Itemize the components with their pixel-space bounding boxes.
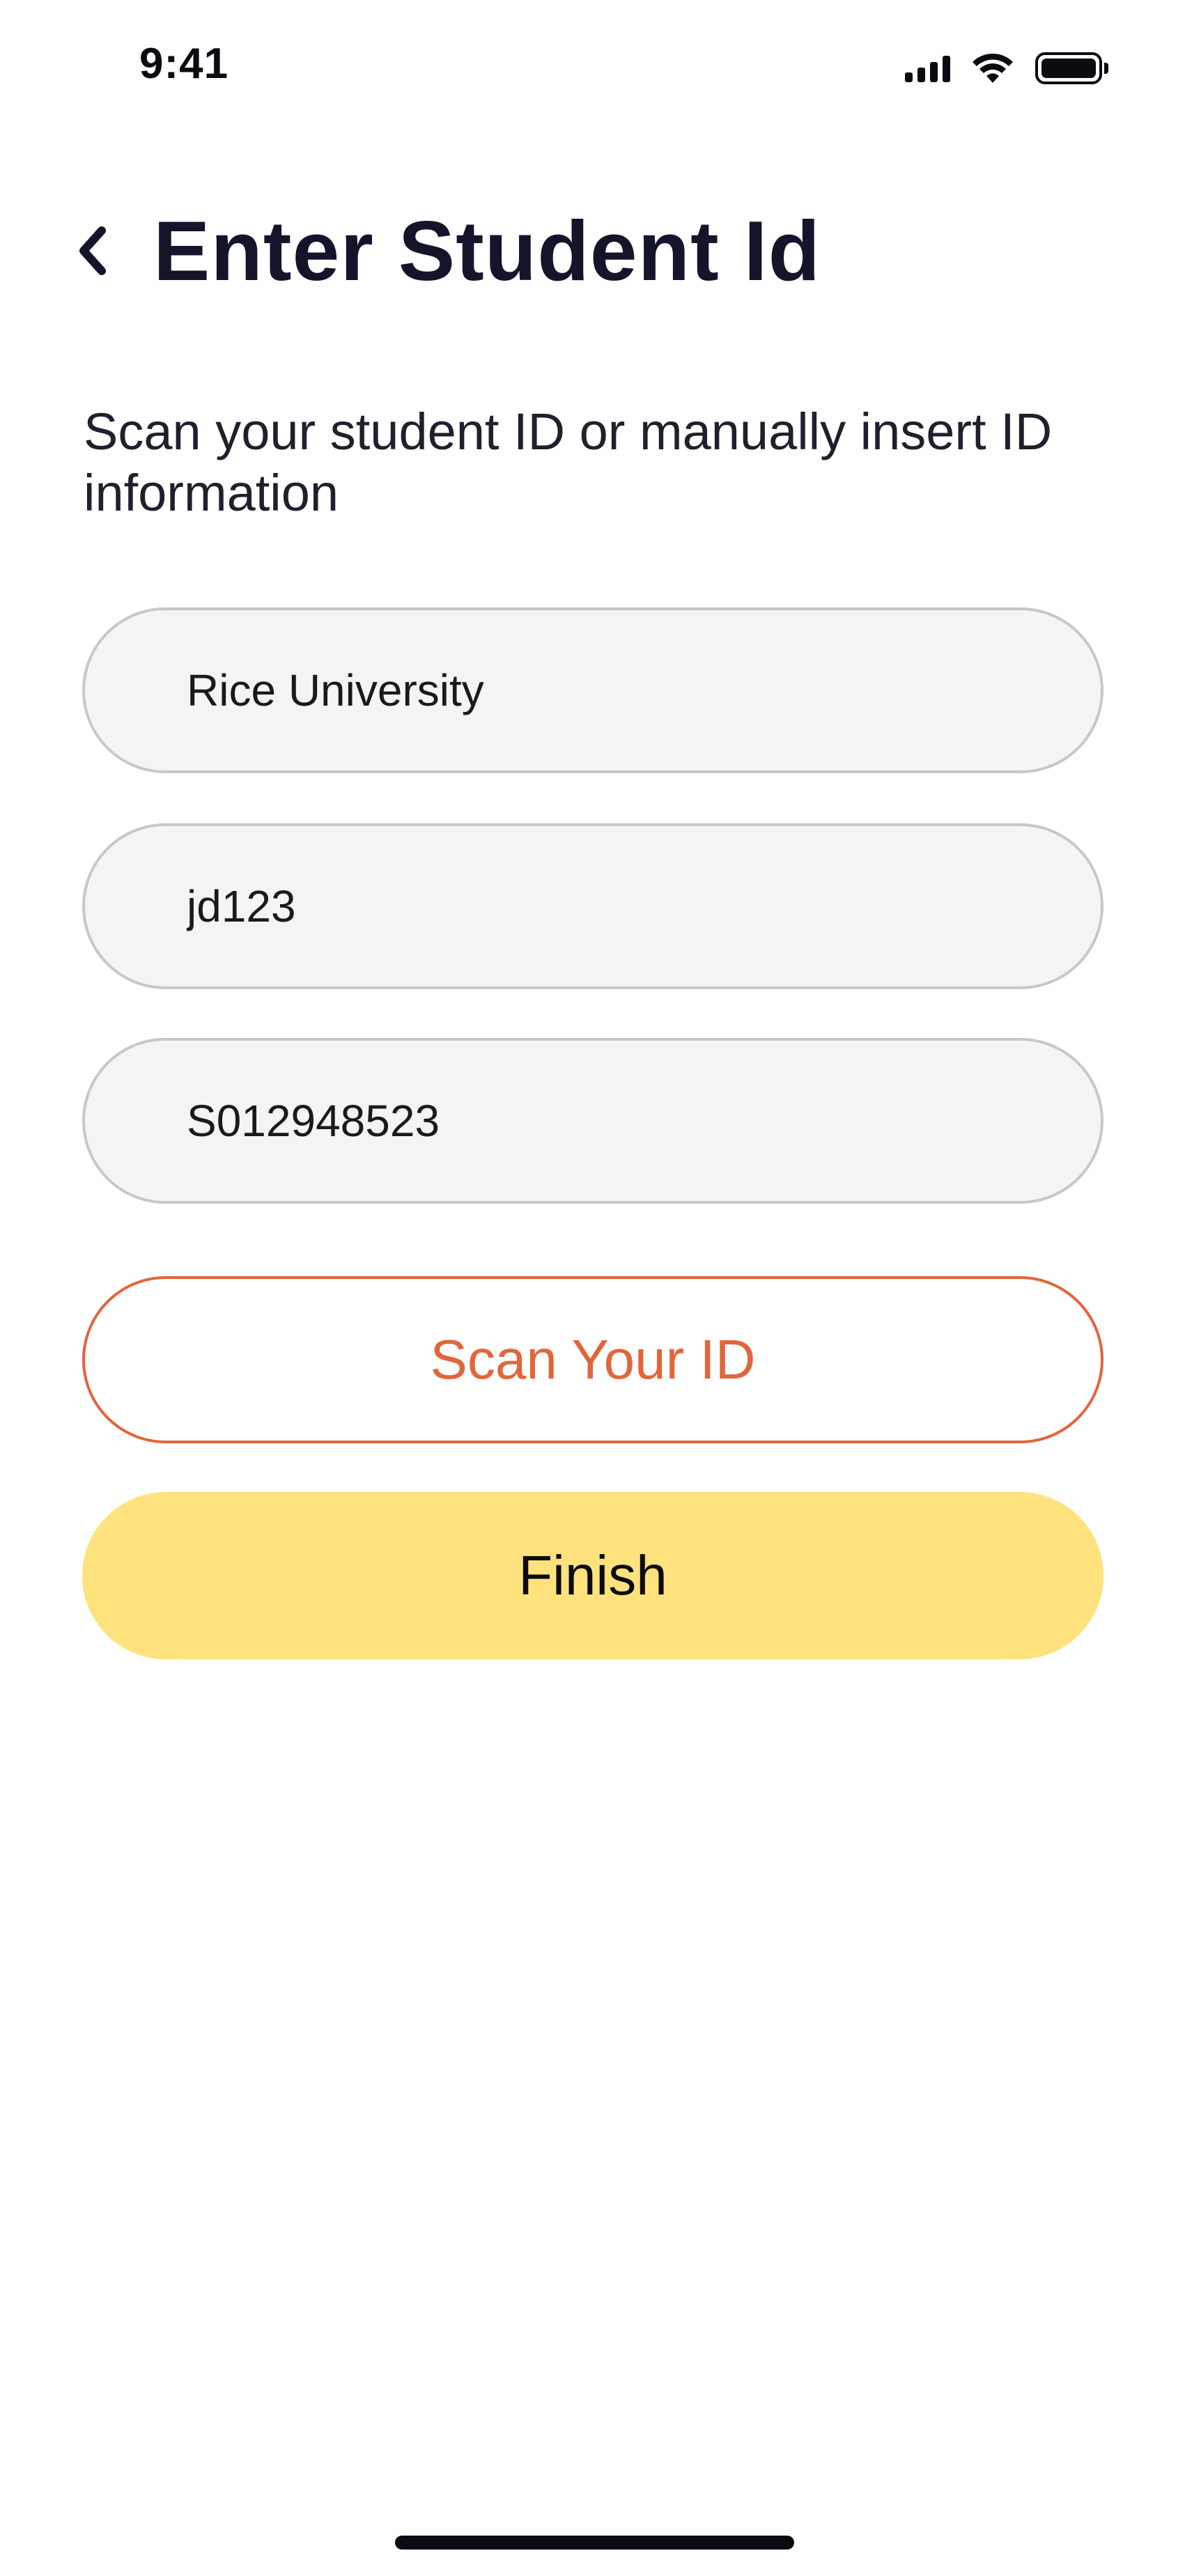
header: Enter Student Id	[77, 202, 821, 300]
instructions-text: Scan your student ID or manually insert …	[84, 403, 1053, 522]
school-input[interactable]	[187, 665, 1101, 716]
status-icons	[905, 50, 1108, 86]
cellular-signal-icon	[905, 54, 950, 82]
battery-icon	[1035, 52, 1108, 84]
wifi-icon	[971, 52, 1014, 84]
page-title: Enter Student Id	[153, 203, 821, 298]
net-id-field[interactable]	[82, 823, 1103, 989]
status-time: 9:41	[139, 40, 229, 88]
finish-button[interactable]: Finish	[82, 1492, 1103, 1659]
chevron-left-icon	[79, 226, 106, 275]
net-id-input[interactable]	[187, 880, 1101, 932]
scan-id-button-label: Scan Your ID	[430, 1328, 756, 1390]
home-indicator[interactable]	[395, 2536, 794, 2550]
back-button[interactable]	[77, 216, 125, 286]
scan-id-button[interactable]: Scan Your ID	[82, 1276, 1103, 1443]
school-field[interactable]	[82, 607, 1103, 773]
finish-button-label: Finish	[518, 1544, 667, 1606]
student-id-input[interactable]	[187, 1095, 1101, 1147]
status-bar: 9:41	[0, 0, 1185, 132]
student-id-field[interactable]	[82, 1038, 1103, 1204]
